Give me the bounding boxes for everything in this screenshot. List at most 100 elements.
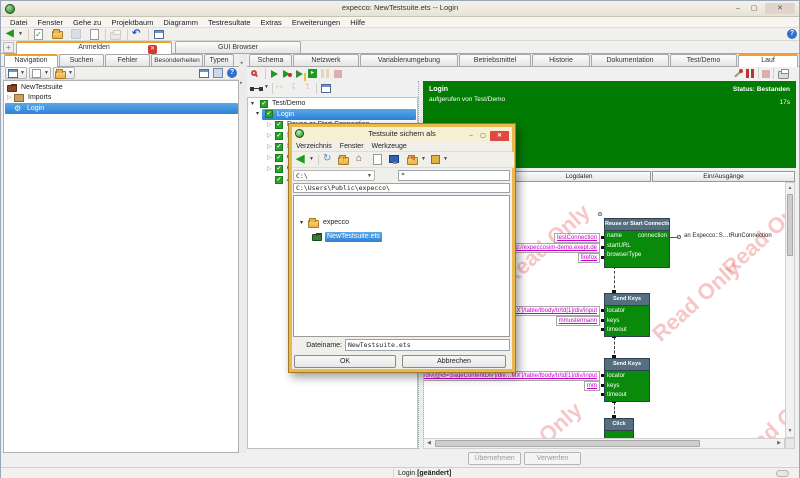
menu-testresultate[interactable]: Testresultate bbox=[203, 18, 256, 27]
tab-lauf[interactable]: Lauf bbox=[738, 54, 798, 67]
scroll-left-icon[interactable]: ◀ bbox=[425, 439, 433, 448]
detach-window-icon[interactable] bbox=[199, 69, 209, 78]
file-browser[interactable]: ▾ expecco NewTestsuite.ets bbox=[293, 195, 510, 337]
node-output-pin-label[interactable]: connection bbox=[638, 232, 667, 242]
path-field[interactable]: C:\Users\Public\expecco\ bbox=[293, 183, 510, 193]
connection-icon[interactable] bbox=[250, 84, 264, 93]
chevron-down-icon[interactable]: ▼ bbox=[421, 154, 426, 165]
search-icon[interactable] bbox=[251, 70, 257, 76]
run-tree-item-selected[interactable]: ▾ Login bbox=[262, 109, 416, 120]
minimize-button[interactable]: – bbox=[731, 3, 745, 14]
run-icon[interactable] bbox=[271, 70, 278, 78]
expander-icon[interactable]: ▷ bbox=[267, 165, 272, 173]
home-icon[interactable]: ⌂ bbox=[356, 153, 362, 165]
tab-ein-ausgaenge[interactable]: Ein/Ausgänge bbox=[652, 171, 795, 182]
pin-value-keys[interactable]: mmustermann bbox=[556, 316, 600, 326]
drive-combobox[interactable]: C:\ ▼ bbox=[293, 170, 375, 181]
desktop-icon[interactable] bbox=[389, 155, 399, 163]
horizontal-scrollbar[interactable]: ◀ ▶ bbox=[423, 438, 785, 449]
dialog-menu-werkzeuge[interactable]: Werkzeuge bbox=[368, 143, 411, 150]
help-icon[interactable] bbox=[787, 29, 797, 39]
folder-mode-dropdown[interactable]: ▼ bbox=[53, 67, 75, 79]
tab-navigation[interactable]: Navigation bbox=[4, 54, 58, 67]
pin-value-locator[interactable]: …aIX']/table/tbody/tr/td[1]/div/input bbox=[502, 306, 600, 316]
cancel-button[interactable]: Abbrechen bbox=[402, 355, 506, 368]
expander-icon[interactable]: ▷ bbox=[267, 132, 272, 140]
menu-diagramm[interactable]: Diagramm bbox=[158, 18, 203, 27]
add-tab-button[interactable]: + bbox=[3, 42, 14, 53]
filename-input[interactable] bbox=[345, 339, 510, 351]
node-input-pin-label[interactable]: locator bbox=[607, 372, 625, 382]
expander-icon[interactable]: ▷ bbox=[267, 121, 272, 129]
node-input-pin-label[interactable]: keys bbox=[607, 317, 619, 327]
node-input-pin-label[interactable]: name bbox=[607, 232, 622, 242]
view-mode-dropdown[interactable]: ▼ bbox=[5, 67, 27, 79]
undo-icon[interactable]: ↶ bbox=[132, 28, 140, 39]
dialog-menu-fenster[interactable]: Fenster bbox=[336, 143, 368, 150]
open-window-icon[interactable] bbox=[321, 84, 331, 93]
close-button[interactable]: ✕ bbox=[765, 3, 795, 14]
node-input-pin-label[interactable]: browserType bbox=[607, 251, 641, 261]
node-input-pin-label[interactable]: timeout bbox=[607, 326, 627, 336]
passed-checkbox-icon[interactable] bbox=[275, 165, 283, 173]
filter-field[interactable]: * bbox=[398, 170, 510, 181]
passed-checkbox-icon[interactable] bbox=[275, 176, 283, 184]
passed-checkbox-icon[interactable] bbox=[260, 100, 268, 108]
chevron-down-icon[interactable]: ▼ bbox=[443, 154, 448, 165]
scrollbar-thumb[interactable] bbox=[435, 440, 700, 447]
scrollbar-thumb[interactable] bbox=[787, 194, 793, 256]
pin-value-keys[interactable]: mm bbox=[584, 381, 600, 391]
expander-icon[interactable]: ▷ bbox=[7, 94, 12, 102]
diagram-node-send-keys-2[interactable]: Send Keys locator keys timeout bbox=[604, 358, 650, 402]
start-pin-icon[interactable] bbox=[598, 212, 602, 216]
tab-anmelden[interactable]: Anmelden bbox=[16, 41, 172, 54]
expander-icon[interactable]: ▷ bbox=[267, 154, 272, 162]
menu-extras[interactable]: Extras bbox=[256, 18, 287, 27]
scroll-right-icon[interactable]: ▶ bbox=[775, 439, 783, 448]
menu-gehe-zu[interactable]: Gehe zu bbox=[68, 18, 106, 27]
maximize-button[interactable]: ▢ bbox=[747, 3, 761, 14]
titlebar[interactable]: expecco: NewTestsuite.ets -- Login – ▢ ✕ bbox=[1, 1, 799, 17]
back-icon[interactable]: ◀ bbox=[6, 28, 14, 39]
new-document-icon[interactable] bbox=[90, 29, 99, 40]
passed-checkbox-icon[interactable] bbox=[265, 110, 273, 118]
diagram-node-send-keys-1[interactable]: Send Keys locator keys timeout bbox=[604, 293, 650, 337]
node-input-pin-label[interactable]: timeout bbox=[607, 391, 627, 401]
back-dropdown-icon[interactable]: ▼ bbox=[18, 29, 23, 40]
vertical-splitter[interactable]: ◂ ▸ bbox=[239, 54, 247, 453]
passed-checkbox-icon[interactable] bbox=[275, 143, 283, 151]
accept-document-icon[interactable] bbox=[34, 29, 43, 40]
menu-erweiterungen[interactable]: Erweiterungen bbox=[287, 18, 345, 27]
node-input-pin-label[interactable]: locator bbox=[607, 307, 625, 317]
passed-checkbox-icon[interactable] bbox=[275, 121, 283, 129]
tab-logdaten[interactable]: Logdaten bbox=[507, 171, 651, 182]
archive-icon[interactable] bbox=[431, 155, 440, 164]
collapse-left-icon[interactable]: ◂ bbox=[240, 60, 243, 66]
menu-projektbaum[interactable]: Projektbaum bbox=[106, 18, 158, 27]
back-icon[interactable]: ◀ bbox=[296, 154, 304, 165]
pause-run-icon[interactable] bbox=[746, 69, 754, 78]
scroll-up-icon[interactable]: ▲ bbox=[786, 184, 794, 193]
passed-checkbox-icon[interactable] bbox=[275, 154, 283, 162]
expander-icon[interactable]: ▾ bbox=[256, 110, 259, 118]
dialog-titlebar[interactable]: Testsuite sichern als – ▢ ✕ bbox=[292, 127, 512, 141]
passed-checkbox-icon[interactable] bbox=[275, 132, 283, 140]
run-selected-icon[interactable] bbox=[308, 69, 317, 78]
menu-fenster[interactable]: Fenster bbox=[33, 18, 68, 27]
bookmarks-icon[interactable]: ✎ bbox=[407, 157, 418, 165]
menu-datei[interactable]: Datei bbox=[5, 18, 33, 27]
tree-item-login[interactable]: ⚙ Login bbox=[5, 103, 238, 114]
output-connector-icon[interactable] bbox=[677, 235, 681, 239]
chevron-down-icon[interactable]: ▼ bbox=[264, 82, 269, 93]
node-input-pin-label[interactable]: keys bbox=[607, 382, 619, 392]
debug-run-icon[interactable] bbox=[283, 70, 290, 78]
documents-icon[interactable] bbox=[373, 154, 382, 165]
collapse-right-icon[interactable]: ▸ bbox=[240, 80, 243, 86]
expander-icon[interactable]: ▾ bbox=[251, 100, 254, 108]
dialog-menu-verzeichnis[interactable]: Verzeichnis bbox=[292, 143, 336, 150]
up-directory-icon[interactable]: ↑ bbox=[338, 157, 349, 165]
rerun-icon[interactable] bbox=[733, 69, 743, 79]
pin-value-browsertype[interactable]: firefox bbox=[578, 253, 600, 263]
settings-window-icon[interactable] bbox=[154, 30, 164, 39]
back-dropdown-icon[interactable]: ▼ bbox=[309, 154, 314, 165]
